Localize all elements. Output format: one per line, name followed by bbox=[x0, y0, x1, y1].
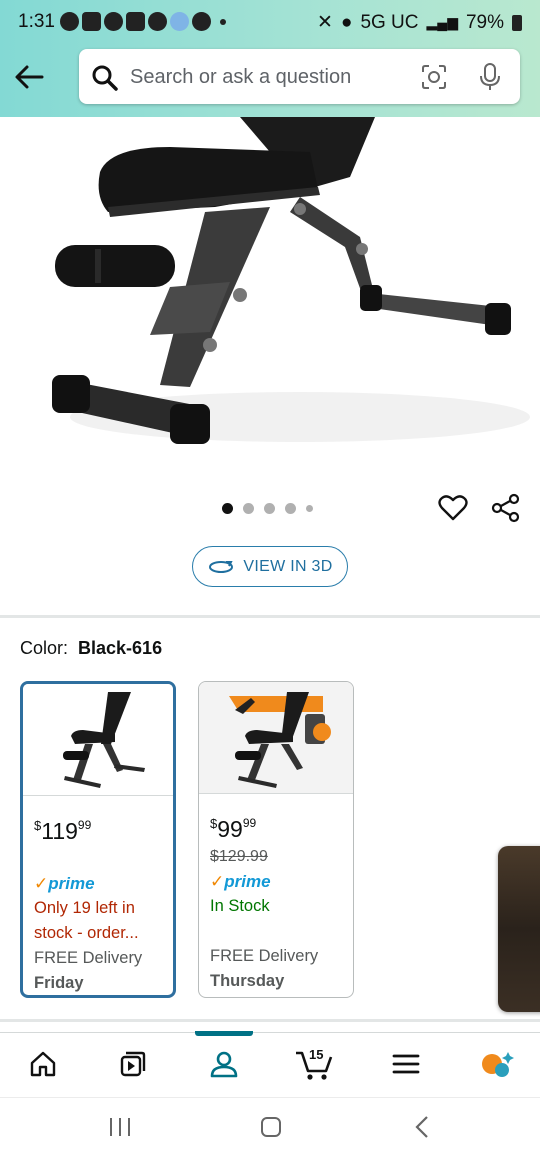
microphone-icon[interactable] bbox=[479, 62, 501, 92]
network-label: 5G UC bbox=[360, 11, 419, 33]
more-dot-icon bbox=[220, 19, 226, 25]
price-whole: 99 bbox=[217, 816, 243, 842]
variant-card[interactable]: $9999 $129.99 ✓prime In Stock FREE Deliv… bbox=[198, 681, 354, 998]
variant-card-selected[interactable]: $11999 ✓prime Only 19 left in stock - or… bbox=[20, 681, 176, 998]
rotate-3d-icon bbox=[209, 560, 234, 573]
availability: Only 19 left in stock - order... bbox=[34, 899, 139, 942]
search-input[interactable]: Search or ask a question bbox=[130, 66, 351, 89]
back-button-icon[interactable] bbox=[412, 1115, 432, 1139]
product-image[interactable] bbox=[0, 117, 540, 480]
weight-bench-illustration bbox=[52, 117, 530, 444]
share-icon[interactable] bbox=[491, 493, 521, 523]
prime-label: prime bbox=[224, 872, 271, 891]
section-divider bbox=[0, 1019, 540, 1022]
color-label: Color: bbox=[20, 638, 69, 658]
delivery-day: Friday bbox=[34, 974, 84, 992]
phone-icon-2 bbox=[192, 12, 211, 31]
home-button-icon[interactable] bbox=[259, 1115, 283, 1139]
search-icon bbox=[92, 65, 118, 91]
bench-thumbnail bbox=[63, 692, 145, 788]
gallery-dot[interactable] bbox=[222, 503, 233, 514]
mute-icon: ✕ bbox=[317, 12, 333, 33]
back-arrow-icon[interactable] bbox=[12, 62, 46, 92]
phone-icon bbox=[148, 12, 167, 31]
cart-count: 15 bbox=[309, 1047, 324, 1062]
home-icon[interactable] bbox=[28, 1049, 58, 1079]
rufus-assistant-icon[interactable] bbox=[480, 1049, 514, 1079]
search-bar[interactable]: Search or ask a question bbox=[79, 49, 520, 104]
color-selector-label: Color: Black-616 bbox=[20, 638, 162, 659]
camera-scan-icon[interactable] bbox=[421, 64, 447, 90]
price-fraction: 99 bbox=[77, 818, 92, 832]
variant-image bbox=[199, 682, 353, 794]
menu-icon[interactable] bbox=[392, 1049, 420, 1079]
whatsapp-icon bbox=[60, 12, 79, 31]
youtube-icon bbox=[82, 12, 101, 31]
status-time: 1:31 bbox=[18, 11, 55, 32]
battery-label: 79% bbox=[465, 11, 504, 33]
list-price bbox=[34, 846, 167, 871]
cart-button[interactable]: 15 bbox=[294, 1045, 334, 1081]
location-app-icon bbox=[170, 12, 189, 31]
price-fraction: 99 bbox=[242, 816, 257, 830]
list-price: $129.99 bbox=[210, 848, 268, 865]
bottom-navigation: 15 bbox=[0, 1031, 540, 1096]
prime-badge: ✓prime bbox=[210, 869, 347, 894]
color-value: Black-616 bbox=[78, 638, 163, 658]
prime-check-icon: ✓ bbox=[34, 874, 49, 893]
variant-details: $9999 $129.99 ✓prime In Stock FREE Deliv… bbox=[210, 808, 347, 994]
prime-label: prime bbox=[48, 874, 95, 893]
variant-price: $11999 bbox=[34, 810, 167, 846]
active-tab-indicator bbox=[195, 1031, 253, 1036]
view-in-3d-button[interactable]: VIEW IN 3D bbox=[192, 546, 348, 587]
notification-icons bbox=[60, 12, 226, 31]
gallery-dot[interactable] bbox=[285, 503, 296, 514]
gallery-dot[interactable] bbox=[243, 503, 254, 514]
section-divider bbox=[0, 615, 540, 618]
variant-price: $9999 bbox=[210, 808, 347, 844]
heart-icon[interactable] bbox=[438, 493, 468, 523]
view-in-3d-label: VIEW IN 3D bbox=[243, 557, 333, 575]
bench-thumbnail-folding bbox=[229, 692, 331, 788]
floating-video-preview[interactable] bbox=[498, 846, 540, 1012]
status-right: ✕ ● 5G UC ▂▄▆ 79% bbox=[317, 11, 522, 34]
availability: In Stock bbox=[210, 897, 270, 915]
variant-details: $11999 ✓prime Only 19 left in stock - or… bbox=[34, 810, 167, 995]
p-app-icon bbox=[104, 12, 123, 31]
gallery-dot[interactable] bbox=[306, 505, 313, 512]
status-bar: 1:31 ✕ ● 5G UC ▂▄▆ 79% bbox=[0, 0, 540, 46]
location-icon: ● bbox=[340, 11, 353, 33]
price-whole: 119 bbox=[41, 818, 78, 844]
system-navigation-bar bbox=[0, 1097, 540, 1158]
prime-badge: ✓prime bbox=[34, 871, 167, 896]
variant-image bbox=[23, 684, 173, 796]
youtube-icon-2 bbox=[126, 12, 145, 31]
gallery-dot[interactable] bbox=[264, 503, 275, 514]
signal-icon: ▂▄▆ bbox=[426, 14, 458, 30]
prime-check-icon: ✓ bbox=[210, 872, 225, 891]
delivery-day: Thursday bbox=[210, 972, 285, 990]
delivery-label: FREE Delivery bbox=[210, 947, 319, 965]
recent-apps-icon[interactable] bbox=[108, 1116, 132, 1138]
delivery-label: FREE Delivery bbox=[34, 949, 143, 967]
account-icon[interactable] bbox=[209, 1049, 239, 1079]
battery-icon bbox=[512, 14, 522, 31]
app-header: 1:31 ✕ ● 5G UC ▂▄▆ 79% Search or ask a q bbox=[0, 0, 540, 117]
gallery-dots bbox=[222, 503, 313, 514]
video-icon[interactable] bbox=[118, 1049, 148, 1079]
